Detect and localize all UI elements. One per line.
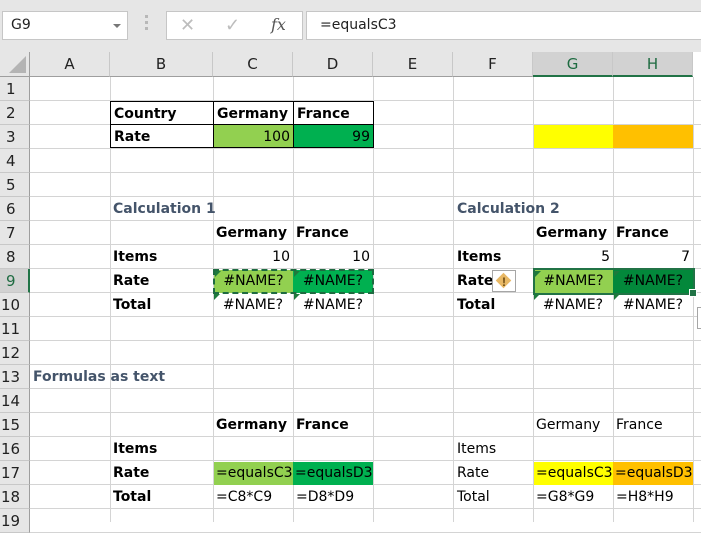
column-header-D[interactable]: D — [293, 52, 373, 77]
row-header-14[interactable]: 14 — [0, 389, 30, 413]
formula-input-value: =equalsC3 — [320, 17, 397, 33]
cell-H15[interactable]: France — [613, 413, 666, 437]
name-box-value: G9 — [11, 17, 31, 33]
cell-D2[interactable]: France — [293, 101, 374, 125]
grip-icon[interactable] — [145, 15, 149, 35]
select-all-icon — [9, 56, 26, 73]
cell-G7[interactable]: Germany — [533, 221, 610, 245]
select-all-button[interactable] — [0, 52, 30, 77]
cancel-icon[interactable]: ✕ — [180, 15, 195, 36]
column-header-F[interactable]: F — [453, 52, 533, 77]
cell-D15[interactable]: France — [293, 413, 352, 437]
row-header-7[interactable]: 7 — [0, 221, 30, 245]
cell-F9[interactable]: Rate — [454, 269, 496, 293]
cell-B2[interactable]: Country — [110, 101, 214, 125]
cell-G18[interactable]: =G8*G9 — [533, 485, 597, 509]
row-header-1[interactable]: 1 — [0, 77, 30, 101]
column-header-C[interactable]: C — [213, 52, 293, 77]
cell-G8[interactable]: 5 — [533, 245, 613, 269]
cell-B17[interactable]: Rate — [110, 461, 152, 485]
cell-H3[interactable] — [613, 125, 693, 148]
cell-F18[interactable]: Total — [454, 485, 493, 509]
cell-C2[interactable]: Germany — [213, 101, 294, 125]
chevron-down-icon[interactable] — [113, 24, 121, 28]
grid-line — [30, 340, 701, 341]
row-header-2[interactable]: 2 — [0, 101, 30, 125]
cell-C8[interactable]: 10 — [213, 245, 293, 269]
column-header-B[interactable]: B — [110, 52, 213, 77]
warning-icon-glyph: ! — [502, 275, 506, 289]
cell-G15[interactable]: Germany — [533, 413, 603, 437]
column-header-E[interactable]: E — [373, 52, 453, 77]
cell-B10[interactable]: Total — [110, 293, 154, 317]
error-warning-button[interactable]: ! — [492, 270, 516, 292]
cell-D9[interactable]: #NAME? — [293, 270, 373, 293]
cell-G3[interactable] — [534, 125, 613, 148]
cell-H10[interactable]: #NAME? — [613, 293, 693, 317]
cell-D17[interactable]: =equalsD3 — [293, 462, 373, 485]
cell-G17[interactable]: =equalsC3 — [534, 462, 613, 485]
cell-H18[interactable]: =H8*H9 — [613, 485, 677, 509]
row-header-4[interactable]: 4 — [0, 149, 30, 173]
formula-buttons: ✕ ✓ fx — [166, 11, 303, 40]
enter-icon[interactable]: ✓ — [225, 15, 240, 36]
cell-F6[interactable]: Calculation 2 — [454, 197, 563, 221]
cell-C17[interactable]: =equalsC3 — [214, 462, 293, 485]
cell-B6[interactable]: Calculation 1 — [110, 197, 219, 221]
cell-B18[interactable]: Total — [110, 485, 154, 509]
cell-B9[interactable]: Rate — [110, 269, 152, 293]
row-header-15[interactable]: 15 — [0, 413, 30, 437]
grid-line — [693, 77, 694, 522]
cell-D18[interactable]: =D8*D9 — [293, 485, 357, 509]
cell-H7[interactable]: France — [613, 221, 672, 245]
cell-H8[interactable]: 7 — [613, 245, 693, 269]
row-header-19[interactable]: 19 — [0, 509, 30, 533]
cell-F8[interactable]: Items — [454, 245, 504, 269]
row-header-18[interactable]: 18 — [0, 485, 30, 509]
row-header-12[interactable]: 12 — [0, 341, 30, 365]
column-header-G[interactable]: G — [533, 52, 613, 77]
name-box[interactable]: G9 — [2, 11, 128, 40]
row-header-11[interactable]: 11 — [0, 317, 30, 341]
cell-G9[interactable]: #NAME? — [534, 270, 613, 293]
cell-F17[interactable]: Rate — [454, 461, 492, 485]
row-header-3[interactable]: 3 — [0, 125, 30, 149]
cell-B8[interactable]: Items — [110, 245, 160, 269]
row-header-5[interactable]: 5 — [0, 173, 30, 197]
row-header-8[interactable]: 8 — [0, 245, 30, 269]
cell-C15[interactable]: Germany — [213, 413, 290, 437]
cell-C10[interactable]: #NAME? — [213, 293, 293, 317]
cell-D7[interactable]: France — [293, 221, 352, 245]
cell-B16[interactable]: Items — [110, 437, 160, 461]
cell-C7[interactable]: Germany — [213, 221, 290, 245]
row-header-6[interactable]: 6 — [0, 197, 30, 221]
cell-C9[interactable]: #NAME? — [214, 270, 293, 293]
column-header-H[interactable]: H — [613, 52, 693, 77]
cell-H17[interactable]: =equalsD3 — [613, 462, 693, 485]
column-header-A[interactable]: A — [30, 52, 110, 77]
cell-A13[interactable]: Formulas as text — [30, 365, 168, 389]
cell-D3[interactable]: 99 — [293, 124, 374, 148]
cell-H9[interactable]: #NAME? — [613, 270, 693, 293]
cell-F10[interactable]: Total — [454, 293, 498, 317]
row-header-17[interactable]: 17 — [0, 461, 30, 485]
row-header-9[interactable]: 9 — [0, 269, 30, 293]
cell-C3[interactable]: 100 — [213, 124, 294, 148]
cell-F16[interactable]: Items — [454, 437, 499, 461]
quick-analysis-button[interactable] — [697, 307, 701, 329]
row-header-10[interactable]: 10 — [0, 293, 30, 317]
cell-C18[interactable]: =C8*C9 — [213, 485, 275, 509]
cell-D10[interactable]: #NAME? — [293, 293, 373, 317]
cell-D8[interactable]: 10 — [293, 245, 373, 269]
cell-B3[interactable]: Rate — [110, 124, 214, 148]
insert-function-icon[interactable]: fx — [271, 15, 286, 34]
row-header-13[interactable]: 13 — [0, 365, 30, 389]
cell-G10[interactable]: #NAME? — [533, 293, 613, 317]
row-header-16[interactable]: 16 — [0, 437, 30, 461]
formula-input[interactable]: =equalsC3 — [306, 11, 701, 40]
grid-line — [30, 172, 701, 173]
